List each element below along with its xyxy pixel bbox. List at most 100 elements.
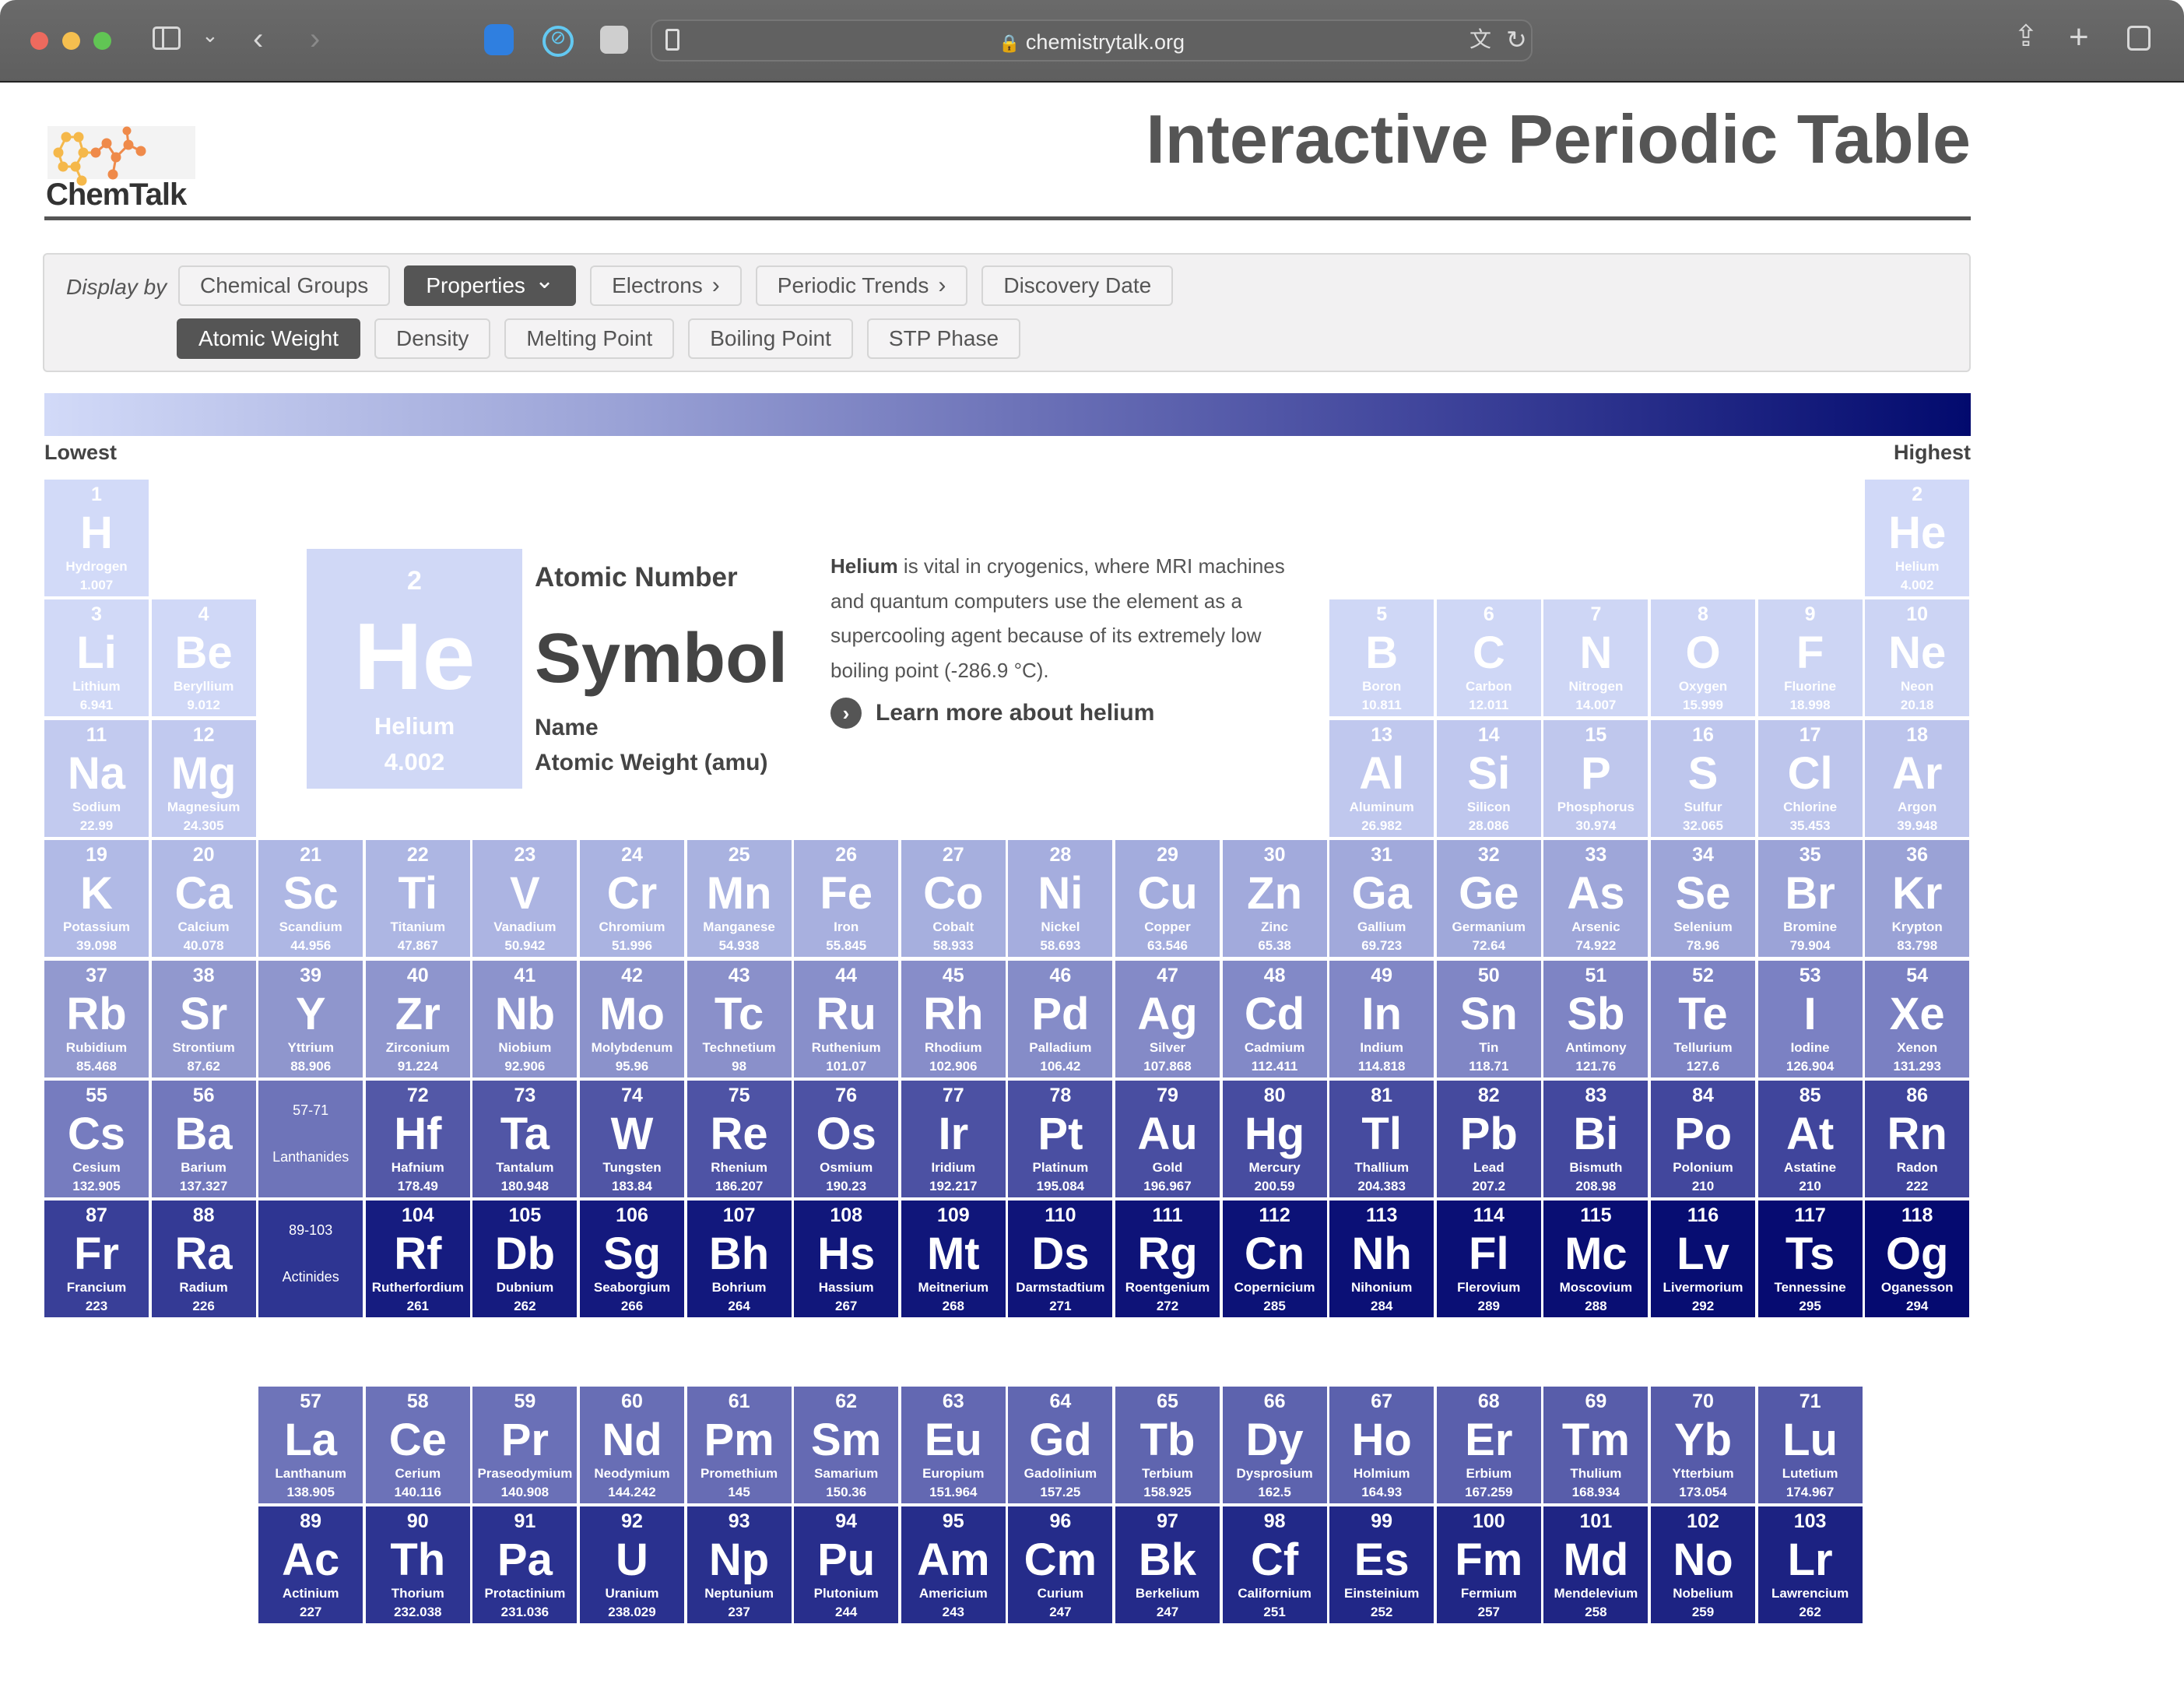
share-icon[interactable]: ⇪ [2014,22,2038,51]
element-cell-rb[interactable]: 37 Rb Rubidium 85.468 [44,960,149,1077]
element-cell-ba[interactable]: 56 Ba Barium 137.327 [151,1081,256,1197]
close-window-button[interactable] [30,32,48,50]
element-cell-te[interactable]: 52 Te Tellurium 127.6 [1651,960,1755,1077]
element-cell-es[interactable]: 99 Es Einsteinium 252 [1329,1506,1434,1623]
element-cell-tl[interactable]: 81 Tl Thallium 204.383 [1329,1081,1434,1197]
element-cell-fr[interactable]: 87 Fr Francium 223 [44,1201,149,1318]
element-cell-cn[interactable]: 112 Cn Copernicium 285 [1222,1201,1327,1318]
element-cell-xe[interactable]: 54 Xe Xenon 131.293 [1865,960,1970,1077]
blocker-extension-icon[interactable]: ⊘ [542,26,574,57]
element-cell-sg[interactable]: 106 Sg Seaborgium 266 [580,1201,684,1318]
element-cell-ge[interactable]: 32 Ge Germanium 72.64 [1436,840,1541,958]
element-cell-i[interactable]: 53 I Iodine 126.904 [1757,960,1863,1077]
element-cell-hg[interactable]: 80 Hg Mercury 200.59 [1222,1081,1327,1197]
element-cell-eu[interactable]: 63 Eu Europium 151.964 [901,1387,1006,1503]
element-cell-rn[interactable]: 86 Rn Radon 222 [1865,1081,1970,1197]
element-cell-he[interactable]: 2 He Helium 4.002 [1865,480,1970,596]
element-cell-gd[interactable]: 64 Gd Gadolinium 157.25 [1008,1387,1113,1503]
element-cell-yb[interactable]: 70 Yb Ytterbium 173.054 [1651,1387,1755,1503]
element-cell-f[interactable]: 9 F Fluorine 18.998 [1757,599,1863,717]
element-cell-si[interactable]: 14 Si Silicon 28.086 [1436,719,1541,837]
sidebar-icon[interactable] [153,26,181,50]
element-cell-lv[interactable]: 116 Lv Livermorium 292 [1651,1201,1755,1318]
element-cell-n[interactable]: 7 N Nitrogen 14.007 [1543,599,1649,717]
button-periodic-trends[interactable]: Periodic Trends › [755,265,968,306]
lanthanides-placeholder[interactable]: 57-71 Lanthanides [258,1081,363,1197]
element-cell-hf[interactable]: 72 Hf Hafnium 178.49 [365,1081,470,1197]
element-cell-sr[interactable]: 38 Sr Strontium 87.62 [151,960,256,1077]
element-cell-ni[interactable]: 28 Ni Nickel 58.693 [1008,840,1113,958]
element-cell-v[interactable]: 23 V Vanadium 50.942 [472,840,578,958]
element-cell-am[interactable]: 95 Am Americium 243 [901,1506,1006,1623]
element-cell-pd[interactable]: 46 Pd Palladium 106.42 [1008,960,1113,1077]
element-cell-u[interactable]: 92 U Uranium 238.029 [580,1506,684,1623]
element-cell-ts[interactable]: 117 Ts Tennessine 295 [1757,1201,1863,1318]
element-cell-cf[interactable]: 98 Cf Californium 251 [1222,1506,1327,1623]
element-cell-lu[interactable]: 71 Lu Lutetium 174.967 [1757,1387,1863,1503]
element-cell-ne[interactable]: 10 Ne Neon 20.18 [1865,599,1970,717]
element-cell-sm[interactable]: 62 Sm Samarium 150.36 [794,1387,899,1503]
element-cell-kr[interactable]: 36 Kr Krypton 83.798 [1865,840,1970,958]
element-cell-re[interactable]: 75 Re Rhenium 186.207 [686,1081,792,1197]
element-cell-sn[interactable]: 50 Sn Tin 118.71 [1436,960,1541,1077]
element-cell-al[interactable]: 13 Al Aluminum 26.982 [1329,719,1434,837]
element-cell-as[interactable]: 33 As Arsenic 74.922 [1543,840,1649,958]
element-cell-s[interactable]: 16 S Sulfur 32.065 [1651,719,1755,837]
element-cell-b[interactable]: 5 B Boron 10.811 [1329,599,1434,717]
element-cell-rh[interactable]: 45 Rh Rhodium 102.906 [901,960,1006,1077]
element-cell-pa[interactable]: 91 Pa Protactinium 231.036 [472,1506,578,1623]
new-tab-icon[interactable]: + [2069,20,2089,54]
element-cell-se[interactable]: 34 Se Selenium 78.96 [1651,840,1755,958]
element-cell-no[interactable]: 102 No Nobelium 259 [1651,1506,1755,1623]
element-cell-br[interactable]: 35 Br Bromine 79.904 [1757,840,1863,958]
element-cell-zn[interactable]: 30 Zn Zinc 65.38 [1222,840,1327,958]
element-cell-sc[interactable]: 21 Sc Scandium 44.956 [258,840,363,958]
element-cell-cs[interactable]: 55 Cs Cesium 132.905 [44,1081,149,1197]
element-cell-ac[interactable]: 89 Ac Actinium 227 [258,1506,363,1623]
element-cell-ti[interactable]: 22 Ti Titanium 47.867 [365,840,470,958]
button-boiling-point[interactable]: Boiling Point [688,318,853,359]
element-cell-p[interactable]: 15 P Phosphorus 30.974 [1543,719,1649,837]
element-cell-db[interactable]: 105 Db Dubnium 262 [472,1201,578,1318]
element-cell-tb[interactable]: 65 Tb Terbium 158.925 [1115,1387,1220,1503]
element-cell-cu[interactable]: 29 Cu Copper 63.546 [1115,840,1220,958]
element-cell-fm[interactable]: 100 Fm Fermium 257 [1436,1506,1541,1623]
element-cell-lr[interactable]: 103 Lr Lawrencium 262 [1757,1506,1863,1623]
element-cell-fe[interactable]: 26 Fe Iron 55.845 [794,840,899,958]
element-cell-rg[interactable]: 111 Rg Roentgenium 272 [1115,1201,1220,1318]
button-density[interactable]: Density [374,318,491,359]
element-cell-pb[interactable]: 82 Pb Lead 207.2 [1436,1081,1541,1197]
button-melting-point[interactable]: Melting Point [504,318,675,359]
element-cell-be[interactable]: 4 Be Beryllium 9.012 [151,599,256,717]
element-cell-ce[interactable]: 58 Ce Cerium 140.116 [365,1387,470,1503]
element-cell-md[interactable]: 101 Md Mendelevium 258 [1543,1506,1649,1623]
element-cell-np[interactable]: 93 Np Neptunium 237 [686,1506,792,1623]
element-cell-au[interactable]: 79 Au Gold 196.967 [1115,1081,1220,1197]
element-cell-c[interactable]: 6 C Carbon 12.011 [1436,599,1541,717]
element-cell-hs[interactable]: 108 Hs Hassium 267 [794,1201,899,1318]
element-cell-ru[interactable]: 44 Ru Ruthenium 101.07 [794,960,899,1077]
element-cell-os[interactable]: 76 Os Osmium 190.23 [794,1081,899,1197]
button-discovery-date[interactable]: Discovery Date [981,265,1174,306]
element-cell-mg[interactable]: 12 Mg Magnesium 24.305 [151,719,256,837]
button-atomic-weight[interactable]: Atomic Weight [177,318,360,359]
element-cell-pm[interactable]: 61 Pm Promethium 145 [686,1387,792,1503]
element-cell-ho[interactable]: 67 Ho Holmium 164.93 [1329,1387,1434,1503]
chevron-down-icon[interactable]: ⌄ [202,25,219,45]
disabled-extension-icon[interactable] [600,26,628,54]
translate-icon[interactable]: 文 [1469,29,1491,51]
element-cell-bi[interactable]: 83 Bi Bismuth 208.98 [1543,1081,1649,1197]
element-cell-pu[interactable]: 94 Pu Plutonium 244 [794,1506,899,1623]
button-electrons[interactable]: Electrons › [590,265,742,306]
element-cell-o[interactable]: 8 O Oxygen 15.999 [1651,599,1755,717]
forward-icon[interactable]: › [310,23,320,54]
element-cell-zr[interactable]: 40 Zr Zirconium 91.224 [365,960,470,1077]
button-stp-phase[interactable]: STP Phase [866,318,1021,359]
element-cell-cm[interactable]: 96 Cm Curium 247 [1008,1506,1113,1623]
learn-more-link[interactable]: › Learn more about helium [830,698,1154,729]
hand-extension-icon[interactable] [484,24,514,55]
button-chemical-groups[interactable]: Chemical Groups [178,265,391,306]
element-cell-mn[interactable]: 25 Mn Manganese 54.938 [686,840,792,958]
element-cell-mt[interactable]: 109 Mt Meitnerium 268 [901,1201,1006,1318]
element-cell-ta[interactable]: 73 Ta Tantalum 180.948 [472,1081,578,1197]
